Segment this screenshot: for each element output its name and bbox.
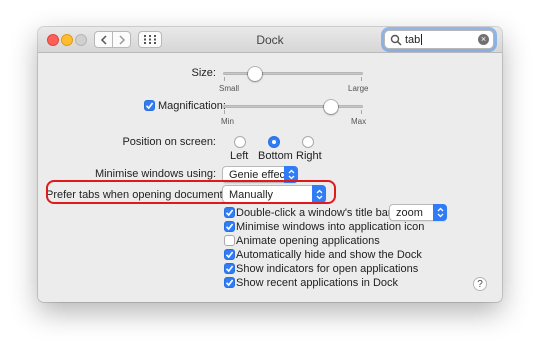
size-max-label: Large bbox=[348, 84, 369, 93]
show-indicators-checkbox[interactable] bbox=[224, 263, 235, 274]
position-left-label: Left bbox=[230, 150, 249, 162]
position-bottom-label: Bottom bbox=[258, 150, 293, 162]
search-icon bbox=[390, 34, 402, 46]
search-input[interactable]: tab bbox=[405, 34, 420, 46]
magnification-label: Magnification: bbox=[158, 100, 226, 112]
search-field[interactable]: tab × bbox=[384, 30, 494, 49]
slider-tick bbox=[361, 110, 362, 114]
help-button[interactable]: ? bbox=[473, 277, 487, 291]
auto-hide-dock-checkbox[interactable] bbox=[224, 249, 235, 260]
checkmark-icon bbox=[145, 102, 154, 110]
checkmark-icon bbox=[225, 279, 234, 287]
double-click-action-popup[interactable]: zoom bbox=[389, 204, 447, 221]
magnification-max-label: Max bbox=[351, 117, 367, 126]
size-slider-thumb[interactable] bbox=[248, 67, 263, 81]
minimise-into-app-icon-checkbox[interactable] bbox=[224, 221, 235, 232]
size-min-label: Small bbox=[219, 84, 240, 93]
slider-tick bbox=[361, 77, 362, 81]
double-click-title-bar-label: Double-click a window's title bar to bbox=[236, 207, 404, 219]
slider-tick bbox=[224, 77, 225, 81]
minimise-label: Minimise windows using: bbox=[94, 168, 216, 180]
position-right-radio[interactable] bbox=[302, 136, 314, 148]
position-bottom-radio[interactable] bbox=[268, 136, 280, 148]
size-slider-track[interactable] bbox=[223, 72, 363, 75]
double-click-title-bar-checkbox[interactable] bbox=[224, 207, 235, 218]
position-label: Position on screen: bbox=[122, 136, 216, 148]
slider-tick bbox=[224, 110, 225, 114]
show-recent-apps-checkbox[interactable] bbox=[224, 277, 235, 288]
show-indicators-label: Show indicators for open applications bbox=[236, 263, 419, 275]
highlight-annotation bbox=[46, 180, 336, 204]
show-recent-apps-label: Show recent applications in Dock bbox=[236, 277, 399, 289]
position-right-label: Right bbox=[296, 150, 322, 162]
checkmark-icon bbox=[225, 209, 234, 217]
magnification-slider-track[interactable] bbox=[223, 105, 363, 108]
clear-icon[interactable]: × bbox=[478, 34, 489, 45]
checkmark-icon bbox=[225, 265, 234, 273]
text-cursor bbox=[421, 34, 423, 45]
checkmark-icon bbox=[225, 251, 234, 259]
auto-hide-dock-label: Automatically hide and show the Dock bbox=[236, 249, 422, 261]
magnification-slider-thumb[interactable] bbox=[323, 100, 338, 114]
updown-arrows-icon bbox=[433, 204, 447, 221]
double-click-action-value: zoom bbox=[396, 207, 423, 219]
size-label: Size: bbox=[191, 67, 216, 79]
animate-opening-apps-checkbox[interactable] bbox=[224, 235, 235, 246]
magnification-min-label: Min bbox=[221, 117, 234, 126]
checkmark-icon bbox=[225, 223, 234, 231]
magnification-checkbox[interactable] bbox=[144, 100, 155, 111]
position-left-radio[interactable] bbox=[234, 136, 246, 148]
animate-opening-apps-label: Animate opening applications bbox=[236, 235, 380, 247]
minimise-into-app-icon-label: Minimise windows into application icon bbox=[236, 221, 425, 233]
title-bar: Dock tab × bbox=[38, 27, 502, 53]
dock-preferences-window: Dock tab × Size: Small Large Magnificati… bbox=[38, 27, 502, 302]
